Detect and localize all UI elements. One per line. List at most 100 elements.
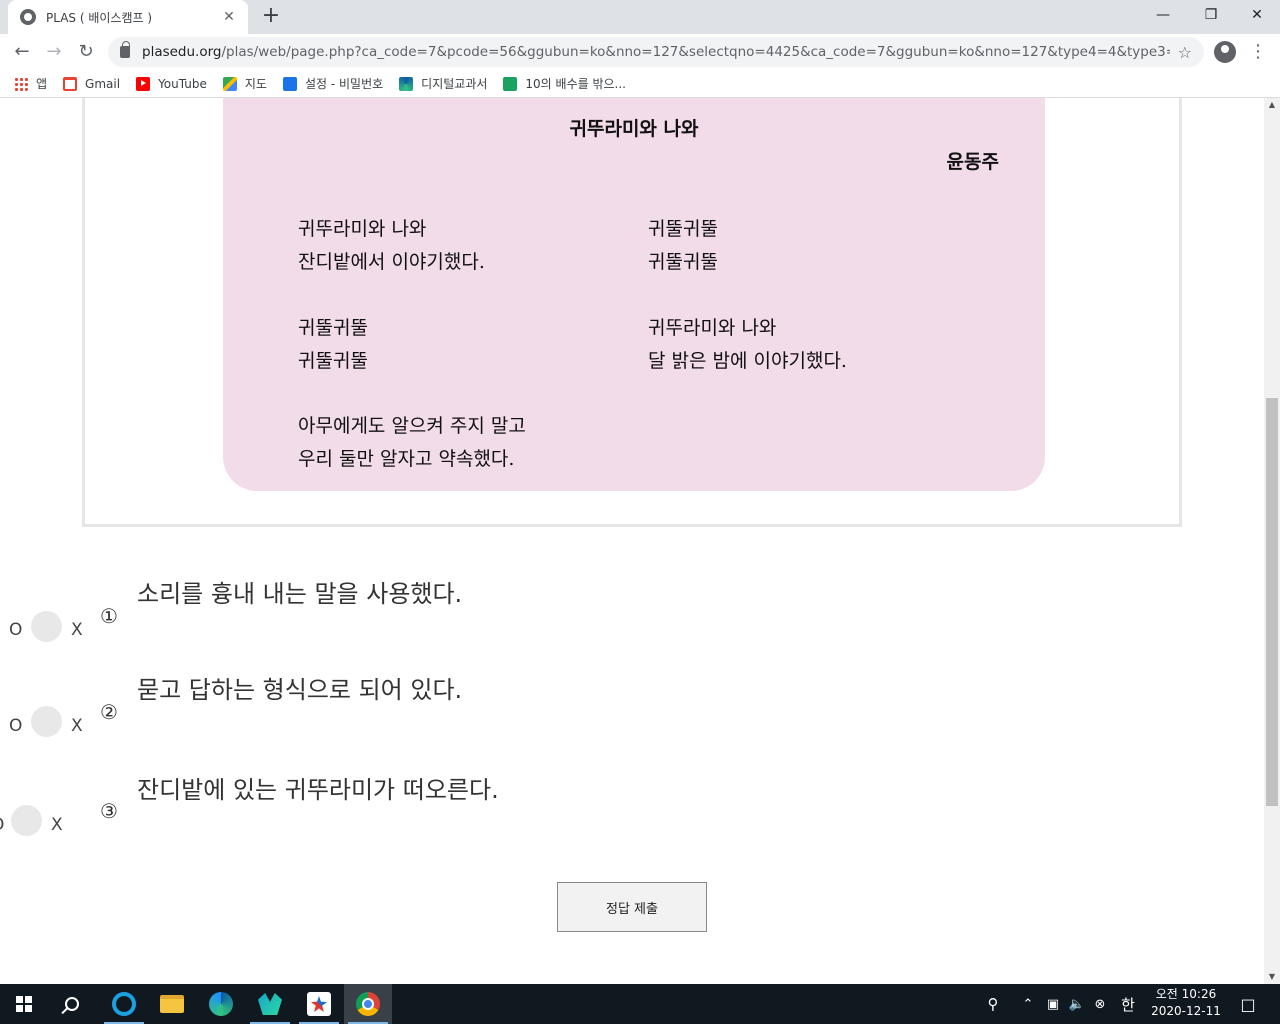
bookmark-label: 앱 xyxy=(36,77,48,91)
option-x-label[interactable]: X xyxy=(71,716,83,736)
globe-icon xyxy=(20,9,36,25)
poem-line: 귀뚤귀뚤 xyxy=(648,218,718,240)
back-arrow-icon[interactable]: ← xyxy=(8,38,36,66)
bookmark-maps[interactable]: 지도 xyxy=(222,75,267,92)
search-button[interactable] xyxy=(48,984,96,1024)
bookmark-digital-textbook[interactable]: 디지털교과서 xyxy=(399,75,487,92)
browser-tab[interactable]: PLAS ( 배이스캠프 ) ✕ xyxy=(8,0,248,34)
bookmark-label: 지도 xyxy=(244,77,267,91)
question-text: 잔디밭에 있는 귀뚜라미가 떠오른다. xyxy=(137,776,499,804)
minimize-icon[interactable]: — xyxy=(1140,0,1186,30)
ox-toggle[interactable] xyxy=(31,611,62,642)
poem-line: 귀뚜라미와 나와 xyxy=(648,317,777,339)
new-tab-button[interactable]: + xyxy=(258,4,284,30)
bookmark-label: YouTube xyxy=(158,76,207,91)
more-menu-icon[interactable]: ⋮ xyxy=(1248,40,1268,64)
youtube-icon xyxy=(136,76,151,91)
option-o-label[interactable]: O xyxy=(9,620,22,640)
scrollbar-thumb[interactable] xyxy=(1266,398,1278,806)
system-clock[interactable]: 오전 10:26 2020-12-11 xyxy=(1148,986,1224,1020)
chevron-up-icon[interactable]: ⌃ xyxy=(1018,984,1038,1024)
notification-icon[interactable]: □ xyxy=(1234,984,1262,1024)
vertical-scrollbar[interactable]: ▲ ▼ xyxy=(1264,98,1280,984)
question-number: ② xyxy=(100,700,118,724)
address-bar[interactable]: plasedu.org/plas/web/page.php?ca_code=7&… xyxy=(108,37,1204,67)
bookmark-label: 설정 - 비밀번호 xyxy=(304,77,384,91)
option-x-label[interactable]: X xyxy=(51,815,63,835)
forward-arrow-icon[interactable]: → xyxy=(40,38,68,66)
poem-line: 잔디밭에서 이야기했다. xyxy=(298,251,485,273)
tab-title: PLAS ( 배이스캠프 ) xyxy=(46,10,153,25)
option-o-label[interactable]: O xyxy=(9,716,22,736)
question-text: 묻고 답하는 형식으로 되어 있다. xyxy=(137,676,463,704)
clock-date: 2020-12-11 xyxy=(1151,1004,1221,1018)
people-icon[interactable]: ⚲ xyxy=(982,984,1004,1024)
poem-box: 귀뚜라미와 나와 윤동주 귀뚜라미와 나와 잔디밭에서 이야기했다. 귀뚤귀뚤 … xyxy=(223,98,1045,491)
volume-icon[interactable]: 🔈 xyxy=(1066,984,1088,1024)
taskbar-app-star[interactable] xyxy=(295,984,343,1024)
app-icon xyxy=(258,993,282,1015)
ox-toggle[interactable] xyxy=(31,706,62,737)
bookmark-settings-password[interactable]: 설정 - 비밀번호 xyxy=(282,75,384,92)
poem-line: 달 밝은 밤에 이야기했다. xyxy=(648,350,847,372)
reload-icon[interactable]: ↻ xyxy=(72,38,100,66)
bookmark-youtube[interactable]: YouTube xyxy=(136,76,207,91)
url-host: plasedu.org xyxy=(142,44,222,60)
page-viewport: 귀뚜라미와 나와 윤동주 귀뚜라미와 나와 잔디밭에서 이야기했다. 귀뚤귀뚤 … xyxy=(0,98,1264,984)
browser-toolbar: ← → ↻ plasedu.org/plas/web/page.php?ca_c… xyxy=(0,34,1280,70)
question-number: ① xyxy=(100,604,118,628)
poem-title: 귀뚜라미와 나와 xyxy=(569,118,699,140)
edge-icon xyxy=(399,76,414,91)
option-x-label[interactable]: X xyxy=(71,620,83,640)
settings-gear-icon xyxy=(282,76,297,91)
question-2: 묻고 답하는 형식으로 되어 있다. ② O X xyxy=(0,664,1264,754)
poem-stanza: 아무에게도 알으켜 주지 말고 우리 둘만 알자고 약속했다. xyxy=(298,410,526,476)
tab-strip: PLAS ( 배이스캠프 ) ✕ + — ❐ ✕ xyxy=(0,0,1280,34)
bookmark-multiples-of-ten[interactable]: 10의 배수를 밖으... xyxy=(503,75,626,92)
bookmark-gmail[interactable]: Gmail xyxy=(63,76,121,91)
question-3: 잔디밭에 있는 귀뚜라미가 떠오른다. ③ O X xyxy=(0,763,1264,853)
restore-icon[interactable]: ❐ xyxy=(1188,0,1234,30)
close-circle-icon[interactable]: ⊗ xyxy=(1090,984,1110,1024)
question-text: 소리를 흉내 내는 말을 사용했다. xyxy=(137,580,463,608)
bookmark-label: 디지털교과서 xyxy=(421,77,488,91)
tab-close-icon[interactable]: ✕ xyxy=(220,9,238,25)
scroll-up-arrow-icon[interactable]: ▲ xyxy=(1264,98,1280,112)
poem-line: 아무에게도 알으켜 주지 말고 xyxy=(298,415,526,437)
taskbar-app[interactable] xyxy=(246,984,294,1024)
window-close-icon[interactable]: ✕ xyxy=(1234,0,1280,30)
taskbar-chrome[interactable] xyxy=(344,984,392,1024)
question-number: ③ xyxy=(100,799,118,823)
url-text[interactable]: plasedu.org/plas/web/page.php?ca_code=7&… xyxy=(142,44,1170,60)
scroll-down-arrow-icon[interactable]: ▼ xyxy=(1264,970,1280,984)
option-o-label[interactable]: O xyxy=(0,815,4,835)
taskbar-internet-explorer[interactable] xyxy=(100,984,148,1024)
poem-stanza: 귀뚤귀뚤 귀뚤귀뚤 xyxy=(648,213,718,279)
bookmark-apps[interactable]: 앱 xyxy=(14,75,47,92)
windows-taskbar: ⚲ ⌃ ▣ 🔈 ⊗ 한 오전 10:26 2020-12-11 □ xyxy=(0,984,1280,1024)
maps-icon xyxy=(222,76,237,91)
taskbar-edge[interactable] xyxy=(197,984,245,1024)
network-icon[interactable]: ▣ xyxy=(1043,984,1063,1024)
start-button[interactable] xyxy=(0,984,48,1024)
profile-avatar-icon[interactable] xyxy=(1214,41,1236,63)
taskbar-file-explorer[interactable] xyxy=(148,984,196,1024)
poem-line: 귀뚤귀뚤 xyxy=(298,317,368,339)
poem-line: 귀뚜라미와 나와 xyxy=(298,218,427,240)
apps-grid-icon xyxy=(14,76,28,91)
ox-toggle[interactable] xyxy=(11,805,42,836)
bookmark-label: 10의 배수를 밖으... xyxy=(525,77,626,91)
shield-icon xyxy=(503,76,518,91)
star-app-icon xyxy=(307,992,331,1016)
edge-icon xyxy=(209,992,233,1016)
search-icon xyxy=(65,997,79,1011)
lock-icon[interactable] xyxy=(120,41,130,58)
windows-logo-icon xyxy=(16,996,32,1012)
poem-stanza: 귀뚜라미와 나와 잔디밭에서 이야기했다. xyxy=(298,213,485,279)
poem-author: 윤동주 xyxy=(946,151,999,173)
submit-answer-button[interactable]: 정답 제출 xyxy=(557,882,707,932)
gmail-icon xyxy=(63,76,78,91)
ime-indicator[interactable]: 한 xyxy=(1116,984,1140,1024)
bookmark-star-icon[interactable]: ☆ xyxy=(1178,43,1192,62)
bookmark-label: Gmail xyxy=(85,76,121,91)
